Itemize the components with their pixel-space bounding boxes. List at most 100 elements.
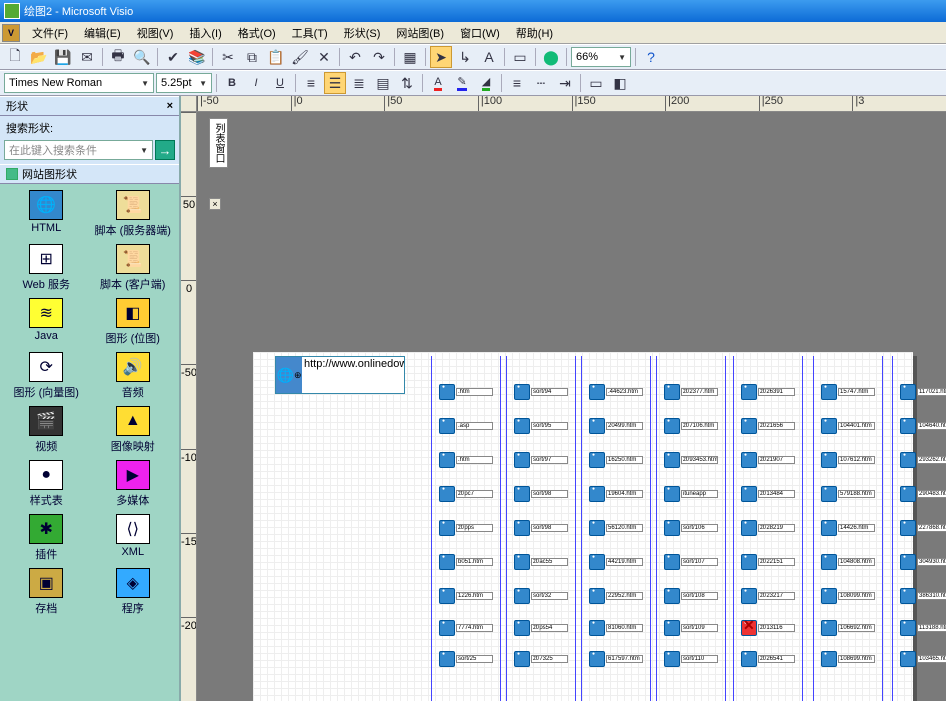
sitemap-node[interactable]: 19604.htm <box>589 486 643 502</box>
underline-button[interactable]: U <box>269 72 291 94</box>
sitemap-node[interactable]: 117021.htm <box>900 384 946 400</box>
list-window-close[interactable]: × <box>209 198 221 210</box>
stencil-shape[interactable]: ≋Java <box>4 296 89 348</box>
menu-item[interactable]: 帮助(H) <box>508 23 561 43</box>
sitemap-node[interactable]: 617597.htm <box>589 651 643 667</box>
stencil-shape[interactable]: ◧图形 (位图) <box>91 296 176 348</box>
sitemap-node[interactable]: 579188.htm <box>821 486 875 502</box>
sitemap-node[interactable]: zt/21907 <box>741 452 795 468</box>
menu-item[interactable]: 编辑(E) <box>76 23 129 43</box>
sitemap-node[interactable]: 113188.htm <box>900 620 946 636</box>
sitemap-node[interactable]: 20499.htm <box>589 418 643 434</box>
sitemap-node[interactable]: 81060.htm <box>589 620 643 636</box>
sitemap-node[interactable]: zt/26541 <box>741 651 795 667</box>
new-button[interactable]: 🗋 <box>4 46 26 68</box>
sitemap-node[interactable]: sort/97 <box>514 452 568 468</box>
shapes-window-button[interactable]: ▦ <box>399 46 421 68</box>
sitemap-node[interactable]: 14426.htm <box>821 520 875 536</box>
sitemap-node[interactable]: .asp <box>439 418 493 434</box>
sitemap-node[interactable]: 15747.htm <box>821 384 875 400</box>
preview-button[interactable]: 🔍 <box>131 46 153 68</box>
pointer-tool-button[interactable]: ➤ <box>430 46 452 68</box>
root-node[interactable]: 🌐⊕ http://www.onlinedown.net/soft/578527… <box>275 356 405 394</box>
redo-button[interactable]: ↷ <box>368 46 390 68</box>
line-color-button[interactable]: ✎ <box>451 72 473 94</box>
sitemap-node[interactable]: 56120.htm <box>589 520 643 536</box>
sitemap-node[interactable]: zt/7106.htm <box>664 418 718 434</box>
align-center-button[interactable]: ☰ <box>324 72 346 94</box>
menu-item[interactable]: 工具(T) <box>284 23 336 43</box>
sitemap-node[interactable]: zt/22151 <box>741 554 795 570</box>
sitemap-node[interactable]: zt/7325 <box>514 651 568 667</box>
format-painter-button[interactable]: 🖌 <box>289 46 311 68</box>
menu-item[interactable]: 视图(V) <box>129 23 182 43</box>
stencil-shape[interactable]: ◈程序 <box>91 566 176 618</box>
sitemap-node[interactable]: 386310.htm <box>900 588 946 604</box>
stencil-shape[interactable]: 🎬视频 <box>4 404 89 456</box>
app-icon[interactable]: V <box>2 24 20 42</box>
sitemap-node[interactable]: 104808.htm <box>821 554 875 570</box>
sitemap-node[interactable]: sort/107 <box>664 554 718 570</box>
sitemap-node[interactable]: sort/108 <box>664 588 718 604</box>
menu-item[interactable]: 形状(S) <box>336 23 389 43</box>
stencil-shape[interactable]: ▣存档 <box>4 566 89 618</box>
stencil-shape[interactable]: ▶多媒体 <box>91 458 176 510</box>
stencil-shape[interactable]: ●样式表 <box>4 458 89 510</box>
sitemap-node[interactable]: b051.htm <box>439 554 493 570</box>
sitemap-node[interactable]: 107612.htm <box>821 452 875 468</box>
drawing-page[interactable]: 🌐⊕ http://www.onlinedown.net/soft/578527… <box>253 352 913 701</box>
search-go-button[interactable]: → <box>155 140 175 160</box>
sitemap-node[interactable]: 106692.htm <box>821 620 875 636</box>
ink-button[interactable]: ⬤ <box>540 46 562 68</box>
font-combo[interactable]: Times New Roman▼ <box>4 73 154 93</box>
align-justify-button[interactable]: ▤ <box>372 72 394 94</box>
sitemap-node[interactable]: sort/106 <box>664 520 718 536</box>
bold-button[interactable]: B <box>221 72 243 94</box>
delete-button[interactable]: ✕ <box>313 46 335 68</box>
sitemap-node[interactable]: 44219.htm <box>589 554 643 570</box>
stencil-shape[interactable]: 📜脚本 (客户端) <box>91 242 176 294</box>
italic-button[interactable]: I <box>245 72 267 94</box>
sitemap-node[interactable]: sort/95 <box>514 418 568 434</box>
paste-button[interactable]: 📋 <box>265 46 287 68</box>
sitemap-node[interactable]: .htm <box>439 384 493 400</box>
stencil-shape[interactable]: ⟨⟩XML <box>91 512 176 564</box>
line-ends-button[interactable]: ⇥ <box>554 72 576 94</box>
distribute-button[interactable]: ⇅ <box>396 72 418 94</box>
zoom-combo[interactable]: 66%▼ <box>571 47 631 67</box>
sitemap-node[interactable]: sort/25 <box>439 651 493 667</box>
stencil-shape[interactable]: ⊞Web 服务 <box>4 242 89 294</box>
sitemap-node[interactable]: ituneapp <box>664 486 718 502</box>
stencil-header[interactable]: 网站图形状 <box>0 164 179 184</box>
stencil-shape[interactable]: ⟳图形 (向量图) <box>4 350 89 402</box>
open-button[interactable]: 📂 <box>28 46 50 68</box>
sitemap-node[interactable]: zt/ps54 <box>514 620 568 636</box>
sitemap-node[interactable]: zt/23217 <box>741 588 795 604</box>
research-button[interactable]: 📚 <box>186 46 208 68</box>
sitemap-node[interactable]: 104640.htm <box>900 418 946 434</box>
sitemap-node[interactable]: 7774.htm <box>439 620 493 636</box>
font-color-button[interactable]: A <box>427 72 449 94</box>
text-tool-button[interactable]: A <box>478 46 500 68</box>
mail-button[interactable]: ✉ <box>76 46 98 68</box>
sitemap-node[interactable]: 108099.htm <box>821 588 875 604</box>
sitemap-node[interactable]: 103465.htm <box>900 651 946 667</box>
line-pattern-button[interactable]: ┄ <box>530 72 552 94</box>
sitemap-node[interactable]: 22952.htm <box>589 588 643 604</box>
sitemap-node[interactable]: zt/13116 <box>741 620 795 636</box>
undo-button[interactable]: ↶ <box>344 46 366 68</box>
sitemap-node[interactable]: zt/26391 <box>741 384 795 400</box>
copy-button[interactable]: ⧉ <box>241 46 263 68</box>
sitemap-node[interactable]: zt/93453.htm <box>664 452 718 468</box>
fontsize-combo[interactable]: 5.25pt▼ <box>156 73 212 93</box>
align-right-button[interactable]: ≣ <box>348 72 370 94</box>
sitemap-node[interactable]: 290483.htm <box>900 486 946 502</box>
fill-color-button[interactable]: ◢ <box>475 72 497 94</box>
sitemap-node[interactable]: sort/98 <box>514 486 568 502</box>
menu-item[interactable]: 文件(F) <box>24 23 76 43</box>
draw-area[interactable]: 列表窗口 × 🌐⊕ http://www.onlinedown.net/soft… <box>197 112 946 701</box>
rectangle-tool-button[interactable]: ▭ <box>509 46 531 68</box>
connector-tool-button[interactable]: ↳ <box>454 46 476 68</box>
line-weight-button[interactable]: ≡ <box>506 72 528 94</box>
menu-item[interactable]: 网站图(B) <box>388 23 452 43</box>
